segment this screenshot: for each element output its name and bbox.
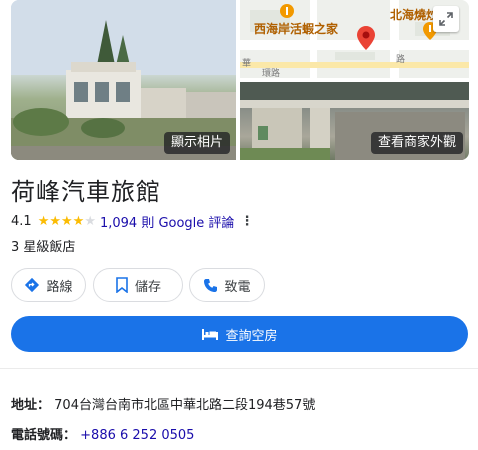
phone-row: 電話號碼： +886 6 252 0505	[11, 424, 194, 443]
directions-label: 路線	[46, 279, 73, 295]
phone-icon	[204, 278, 218, 292]
rating-value: 4.1	[11, 214, 32, 229]
star-full-icon: ★	[61, 214, 73, 229]
more-options-icon[interactable]: ⋮	[240, 214, 253, 229]
star-full-icon: ★	[37, 214, 50, 229]
street-label-2: 路	[396, 55, 406, 65]
poi-label-1: 西海岸活蝦之家	[254, 22, 339, 36]
address-value[interactable]: 704台灣台南市北區中華北路二段194巷57號	[54, 398, 315, 413]
call-label: 致電	[224, 279, 251, 295]
restaurant-pin-icon	[280, 4, 294, 18]
address-label: 地址：	[11, 398, 51, 413]
street-label-3: 環路	[262, 69, 281, 78]
bed-icon	[202, 329, 219, 340]
phone-number-link[interactable]: +886 6 252 0505	[80, 428, 194, 443]
directions-icon	[25, 277, 40, 293]
address-row: 地址： 704台灣台南市北區中華北路二段194巷57號	[11, 394, 315, 413]
expand-icon	[439, 12, 453, 26]
star-rating: ★ ★ ★ ★ ★	[38, 215, 96, 228]
show-photos-label[interactable]: 顯示相片	[163, 132, 230, 154]
location-pin-icon	[357, 26, 375, 50]
poi-label-2: 北海燒炒	[390, 8, 439, 22]
map-thumbnail[interactable]: 西海岸活蝦之家 北海燒炒 華 路 環路	[240, 0, 469, 78]
storefront-photo[interactable]: 查看商家外觀	[240, 82, 469, 160]
star-empty-icon: ★	[84, 214, 96, 229]
check-availability-label: 查詢空房	[225, 328, 278, 344]
section-divider	[0, 368, 478, 369]
check-availability-button[interactable]: 查詢空房	[11, 316, 468, 352]
rating-row: 4.1 ★ ★ ★ ★ ★ 1,094 則 Google 評論 ⋮	[11, 212, 253, 231]
save-label: 儲存	[134, 279, 161, 295]
star-full-icon: ★	[49, 214, 61, 229]
phone-label: 電話號碼：	[11, 428, 77, 443]
save-button[interactable]: 儲存	[93, 268, 183, 302]
street-label-1: 華	[242, 59, 252, 69]
call-button[interactable]: 致電	[189, 268, 265, 302]
bookmark-icon	[116, 277, 128, 293]
photo-collage: 顯示相片 西海岸活蝦之家 北海燒炒 華 路 環路 查看商家外觀	[11, 0, 469, 160]
reviews-link[interactable]: 1,094 則 Google 評論	[100, 212, 234, 231]
expand-map-button[interactable]	[433, 6, 459, 32]
place-title: 荷峰汽車旅館	[11, 178, 161, 206]
view-storefront-label[interactable]: 查看商家外觀	[370, 132, 463, 154]
directions-button[interactable]: 路線	[11, 268, 86, 302]
star-full-icon: ★	[72, 214, 85, 229]
hotel-photo[interactable]: 顯示相片	[11, 0, 236, 160]
hotel-category: 3 星級飯店	[11, 240, 76, 255]
